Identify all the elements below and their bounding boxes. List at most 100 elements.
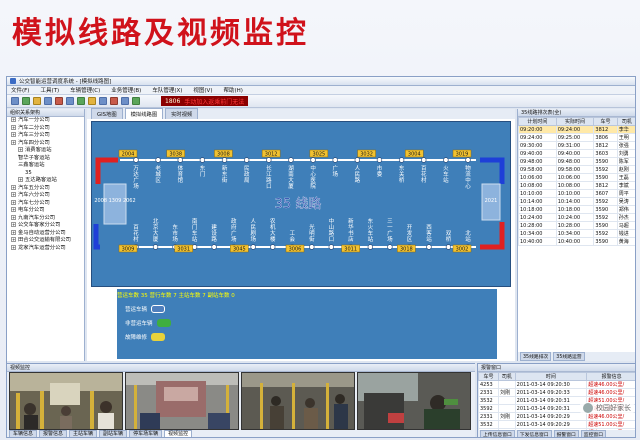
alarm-bottom-tab[interactable]: 监控窗口 [580,430,606,437]
tree-item[interactable]: 智华子客运站 [7,155,84,163]
video-tab[interactable]: 副站车辆 [99,430,128,437]
stop-marker[interactable] [155,157,161,163]
stop-marker[interactable] [376,157,383,163]
tree-item[interactable]: + 五达路客运站 [7,177,84,185]
table-row[interactable]: 10:34:00 10:34:00 3592 钱进 [518,229,635,238]
table-row[interactable]: 10:06:00 10:06:00 3590 王磊 [518,173,635,182]
toolbar-settings-icon[interactable] [121,97,129,105]
video-tab[interactable]: 主站车辆 [69,430,98,437]
tree-item[interactable]: + 消费客运站 [7,147,84,155]
table-row[interactable]: 2331 刘刚 2011-03-14 09:20:33 超速46.00公里/ [477,388,635,397]
col-alarm-time[interactable]: 时间 [514,372,588,381]
table-row[interactable]: 10:10:00 10:10:00 3607 周平 [518,189,635,198]
table-row[interactable]: 09:20:00 09:24:00 3812 李华 [518,125,635,134]
menu-fleet[interactable]: 车队管理(X) [152,86,182,94]
stop-marker[interactable] [288,157,294,163]
toolbar-route-icon[interactable] [77,97,85,105]
col-alarm-bus[interactable]: 车号 [477,372,500,381]
expand-icon[interactable]: + [18,147,23,152]
tab-schedule[interactable]: 35线路排次 [520,352,552,361]
tree-item[interactable]: + 金马自动运营分公司 [7,229,84,238]
stop-marker[interactable] [211,244,217,250]
table-row[interactable]: 09:48:00 09:48:00 3590 陈军 [518,157,635,166]
stop-marker[interactable] [332,157,338,163]
video-tab[interactable]: 车辆信息 [9,430,38,437]
menu-tools[interactable]: 工具(T) [40,86,59,94]
stop-marker[interactable] [310,157,316,163]
table-row[interactable]: 3532 2011-03-14 09:20:29 超速51.00公里/ [477,420,635,429]
tree-item[interactable]: 三鑫客运站 [7,162,84,170]
expand-icon[interactable]: + [11,124,16,130]
stop-marker[interactable] [199,157,206,163]
table-row[interactable]: 09:40:00 09:40:00 3603 刘勇 [518,149,635,158]
stop-marker[interactable] [421,157,427,163]
left-terminal[interactable] [103,183,127,225]
toolbar-alarm-icon[interactable] [55,97,63,105]
col-alarm-info[interactable]: 报警信息 [586,372,635,381]
stop-marker[interactable] [270,244,276,250]
table-row[interactable]: 10:18:00 10:18:00 3590 郑伟 [518,205,635,214]
toolbar-bus-icon[interactable] [66,97,74,105]
col-planned-time[interactable]: 计划时间 [518,117,557,126]
expand-icon[interactable]: + [11,222,16,227]
table-row[interactable]: 10:08:00 10:08:00 3812 李斌 [518,181,635,190]
alarm-bottom-tab[interactable]: 报警窗口 [553,430,579,437]
toolbar-open-icon[interactable] [11,97,19,105]
alarm-bottom-tab[interactable]: 下发信息窗口 [516,430,552,437]
tree-item[interactable]: + 汽车六分公司 [7,192,84,200]
tree-item[interactable]: + 汽车四分公司 [7,139,84,148]
tree-item[interactable]: + 汽车一分公司 [7,117,84,125]
toolbar-report-icon[interactable] [88,97,96,105]
toolbar-video-icon[interactable] [99,97,107,105]
col-actual-time[interactable]: 实际时间 [555,117,595,126]
table-row[interactable]: 09:58:00 09:58:00 3592 赵刚 [518,165,635,174]
expand-icon[interactable]: + [11,244,16,250]
table-row[interactable]: 10:14:00 10:14:00 3592 吴涛 [518,197,635,206]
stop-marker[interactable] [354,157,361,163]
menu-file[interactable]: 文件(F) [11,86,29,94]
stop-marker[interactable] [445,244,452,250]
stop-marker[interactable] [243,157,250,163]
table-row[interactable]: 09:24:00 09:25:00 3806 王明 [518,133,635,142]
tree-item[interactable]: + 田合公交运输有限公司 [7,237,84,245]
tree-item[interactable]: 35 [7,170,84,178]
stop-marker[interactable] [266,157,272,163]
expand-icon[interactable]: + [11,192,16,197]
table-row[interactable]: 4253 2011-03-14 09:20:30 超速46.00公里/ [477,380,635,389]
toolbar-map-icon[interactable] [44,97,52,105]
tree-item[interactable]: + 公交车客家分公司 [7,222,84,230]
stop-marker[interactable] [426,244,432,250]
expand-icon[interactable]: + [11,132,16,137]
table-row[interactable]: 10:28:00 10:28:00 3590 马超 [518,221,635,230]
expand-icon[interactable]: + [11,207,16,212]
toolbar-user-icon[interactable] [132,97,140,105]
alarm-bottom-tab[interactable]: 上传信息窗口 [480,430,515,437]
expand-icon[interactable]: + [11,117,16,122]
tree-item[interactable]: + 九南汽车分公司 [7,214,84,223]
expand-icon[interactable]: + [18,177,23,182]
stop-marker[interactable] [133,157,139,163]
expand-icon[interactable]: + [11,184,16,190]
tab-route-diagram[interactable]: 模拟线路图 [124,108,164,119]
video-feed-3[interactable] [241,372,355,430]
stop-marker[interactable] [367,244,374,250]
col-alarm-driver[interactable]: 司机 [498,372,516,381]
video-tab[interactable]: 报警信息 [39,430,68,437]
video-feed-2[interactable] [125,372,239,430]
expand-icon[interactable]: + [11,214,16,220]
stop-marker[interactable] [250,244,256,250]
tree-item[interactable]: + 汽车三分公司 [7,132,84,140]
menu-business[interactable]: 业务管理(B) [111,86,141,94]
video-tab[interactable]: 停车场车辆 [129,430,163,437]
tree-item[interactable]: + 龙家汽车运营分公司 [7,244,84,253]
tree-item[interactable]: + 汽车二分公司 [7,124,84,133]
table-row[interactable]: 10:24:00 10:24:00 3592 孙杰 [518,213,635,222]
stop-marker[interactable] [387,244,393,250]
stop-marker[interactable] [177,157,183,163]
menu-vehicles[interactable]: 车辆管理(C) [70,86,100,94]
video-feed-4[interactable] [357,372,471,430]
menu-view[interactable]: 视图(V) [193,86,212,94]
col-driver[interactable]: 司机 [616,117,635,126]
expand-icon[interactable]: + [11,237,16,242]
tree-item[interactable]: + 汽车七分公司 [7,199,84,208]
